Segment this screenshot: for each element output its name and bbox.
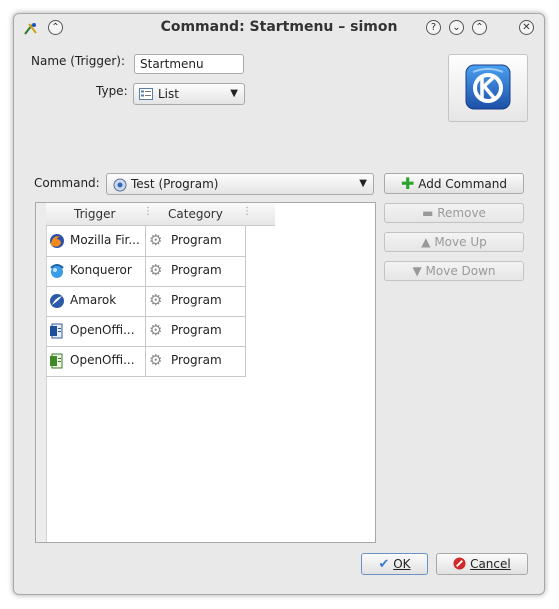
- name-trigger-value: Startmenu: [140, 57, 204, 71]
- table-row[interactable]: Amarok ⚙ Program: [46, 286, 246, 317]
- type-select[interactable]: List ▼: [133, 83, 245, 105]
- remove-button[interactable]: ▬ Remove: [384, 203, 524, 223]
- cancel-icon: [453, 557, 466, 570]
- name-label: Name (Trigger):: [31, 54, 126, 68]
- category-text: Program: [171, 233, 222, 247]
- trigger-cell[interactable]: Amarok: [46, 286, 146, 316]
- minus-icon: ▬: [422, 206, 434, 220]
- table-row[interactable]: Mozilla Fir... ⚙ Program: [46, 226, 246, 257]
- type-value: List: [158, 87, 179, 101]
- command-value: Test (Program): [131, 177, 219, 191]
- category-text: Program: [171, 263, 222, 277]
- minimize-icon[interactable]: ⌄: [449, 20, 464, 35]
- plus-icon: ✚: [401, 174, 415, 193]
- category-cell[interactable]: ⚙ Program: [146, 286, 246, 316]
- trigger-text: OpenOffi...: [70, 353, 135, 367]
- type-label: Type:: [96, 84, 128, 98]
- close-icon[interactable]: ✕: [519, 20, 534, 35]
- trigger-cell[interactable]: Konqueror: [46, 256, 146, 286]
- firefox-icon: [50, 234, 64, 248]
- category-text: Program: [171, 293, 222, 307]
- command-icon-button[interactable]: [448, 54, 528, 122]
- window-title: Command: Startmenu – simon: [160, 19, 398, 35]
- add-command-button[interactable]: ✚ Add Command: [384, 173, 524, 194]
- ok-label: OK: [393, 557, 411, 571]
- table-header: Trigger ⋮ Category ⋮: [46, 203, 275, 226]
- column-header-trigger[interactable]: Trigger: [74, 207, 115, 221]
- list-icon: [139, 88, 153, 100]
- help-icon[interactable]: ?: [426, 20, 441, 35]
- name-trigger-input[interactable]: Startmenu: [134, 54, 244, 74]
- checkmark-icon: ✔: [378, 557, 390, 572]
- table-row[interactable]: Konqueror ⚙ Program: [46, 256, 246, 287]
- category-cell[interactable]: ⚙ Program: [146, 346, 246, 376]
- gear-icon: ⚙: [149, 351, 163, 369]
- category-text: Program: [171, 323, 222, 337]
- command-select[interactable]: Test (Program) ▼: [106, 173, 374, 195]
- arrow-up-icon: ▲: [421, 235, 431, 249]
- chevron-down-icon: ▼: [359, 178, 367, 189]
- arrow-down-icon: ▼: [412, 264, 422, 278]
- gear-icon: ⚙: [149, 261, 163, 279]
- move-down-label: Move Down: [425, 264, 496, 278]
- ok-button[interactable]: ✔ OK: [361, 553, 428, 575]
- category-cell[interactable]: ⚙ Program: [146, 226, 246, 256]
- openoffice-writer-icon: [50, 323, 63, 339]
- gear-icon: ⚙: [149, 321, 163, 339]
- title-bar: ⌃ Command: Startmenu – simon ? ⌄ ⌃ ✕: [14, 14, 544, 42]
- maximize-icon[interactable]: ⌃: [472, 20, 487, 35]
- table-row[interactable]: OpenOffi... ⚙ Program: [46, 346, 246, 377]
- gear-icon: ⚙: [149, 231, 163, 249]
- column-header-category[interactable]: Category: [168, 207, 223, 221]
- commands-table[interactable]: Trigger ⋮ Category ⋮ Mozilla Fir... ⚙ Pr…: [35, 202, 376, 543]
- program-command-icon: [113, 178, 127, 192]
- table-row[interactable]: OpenOffi... ⚙ Program: [46, 316, 246, 347]
- kde-icon: [465, 64, 511, 110]
- amarok-icon: [50, 294, 64, 308]
- chevron-down-icon: ▼: [230, 88, 238, 99]
- trigger-cell[interactable]: Mozilla Fir...: [46, 226, 146, 256]
- trigger-text: Amarok: [70, 293, 117, 307]
- trigger-cell[interactable]: OpenOffi...: [46, 346, 146, 376]
- trigger-text: OpenOffi...: [70, 323, 135, 337]
- command-label: Command:: [34, 176, 100, 190]
- category-cell[interactable]: ⚙ Program: [146, 256, 246, 286]
- cancel-label: Cancel: [470, 557, 511, 571]
- openoffice-calc-icon: [50, 353, 63, 369]
- trigger-text: Konqueror: [70, 263, 132, 277]
- gear-icon: ⚙: [149, 291, 163, 309]
- cancel-button[interactable]: Cancel: [436, 553, 528, 575]
- konqueror-icon: [50, 264, 64, 278]
- category-cell[interactable]: ⚙ Program: [146, 316, 246, 346]
- move-down-button[interactable]: ▼ Move Down: [384, 261, 524, 281]
- trigger-text: Mozilla Fir...: [70, 233, 140, 247]
- trigger-cell[interactable]: OpenOffi...: [46, 316, 146, 346]
- move-up-label: Move Up: [434, 235, 487, 249]
- move-up-button[interactable]: ▲ Move Up: [384, 232, 524, 252]
- add-command-label: Add Command: [418, 177, 507, 191]
- remove-label: Remove: [437, 206, 486, 220]
- command-dialog: ⌃ Command: Startmenu – simon ? ⌄ ⌃ ✕ Nam…: [13, 13, 545, 595]
- category-text: Program: [171, 353, 222, 367]
